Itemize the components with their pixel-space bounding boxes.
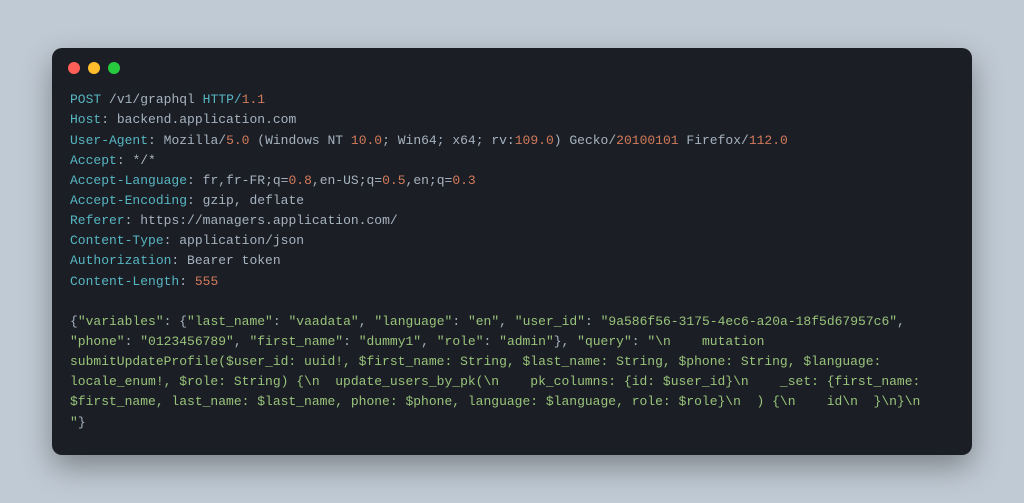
http-protocol: HTTP/ — [203, 92, 242, 107]
header-name: Content-Type — [70, 233, 164, 248]
header-value: https://managers.application.com/ — [140, 213, 397, 228]
header-value: Mozilla/ — [164, 133, 226, 148]
header-name: Content-Length — [70, 274, 179, 289]
header-name: Authorization — [70, 253, 171, 268]
header-name: Accept-Encoding — [70, 193, 187, 208]
minimize-icon[interactable] — [88, 62, 100, 74]
header-name: Accept — [70, 153, 117, 168]
code-block: POST /v1/graphql HTTP/1.1 Host: backend.… — [52, 80, 972, 454]
header-name: Host — [70, 112, 101, 127]
header-value: */* — [132, 153, 155, 168]
header-value: backend.application.com — [117, 112, 296, 127]
header-name: User-Agent — [70, 133, 148, 148]
header-value: Bearer token — [187, 253, 281, 268]
close-icon[interactable] — [68, 62, 80, 74]
header-name: Accept-Language — [70, 173, 187, 188]
terminal-window: POST /v1/graphql HTTP/1.1 Host: backend.… — [52, 48, 972, 454]
header-value: gzip, deflate — [203, 193, 304, 208]
header-value: application/json — [179, 233, 304, 248]
window-titlebar — [52, 48, 972, 80]
http-path: /v1/graphql — [109, 92, 195, 107]
header-name: Referer — [70, 213, 125, 228]
maximize-icon[interactable] — [108, 62, 120, 74]
header-value: 555 — [195, 274, 218, 289]
http-method: POST — [70, 92, 101, 107]
http-version: 1.1 — [242, 92, 265, 107]
